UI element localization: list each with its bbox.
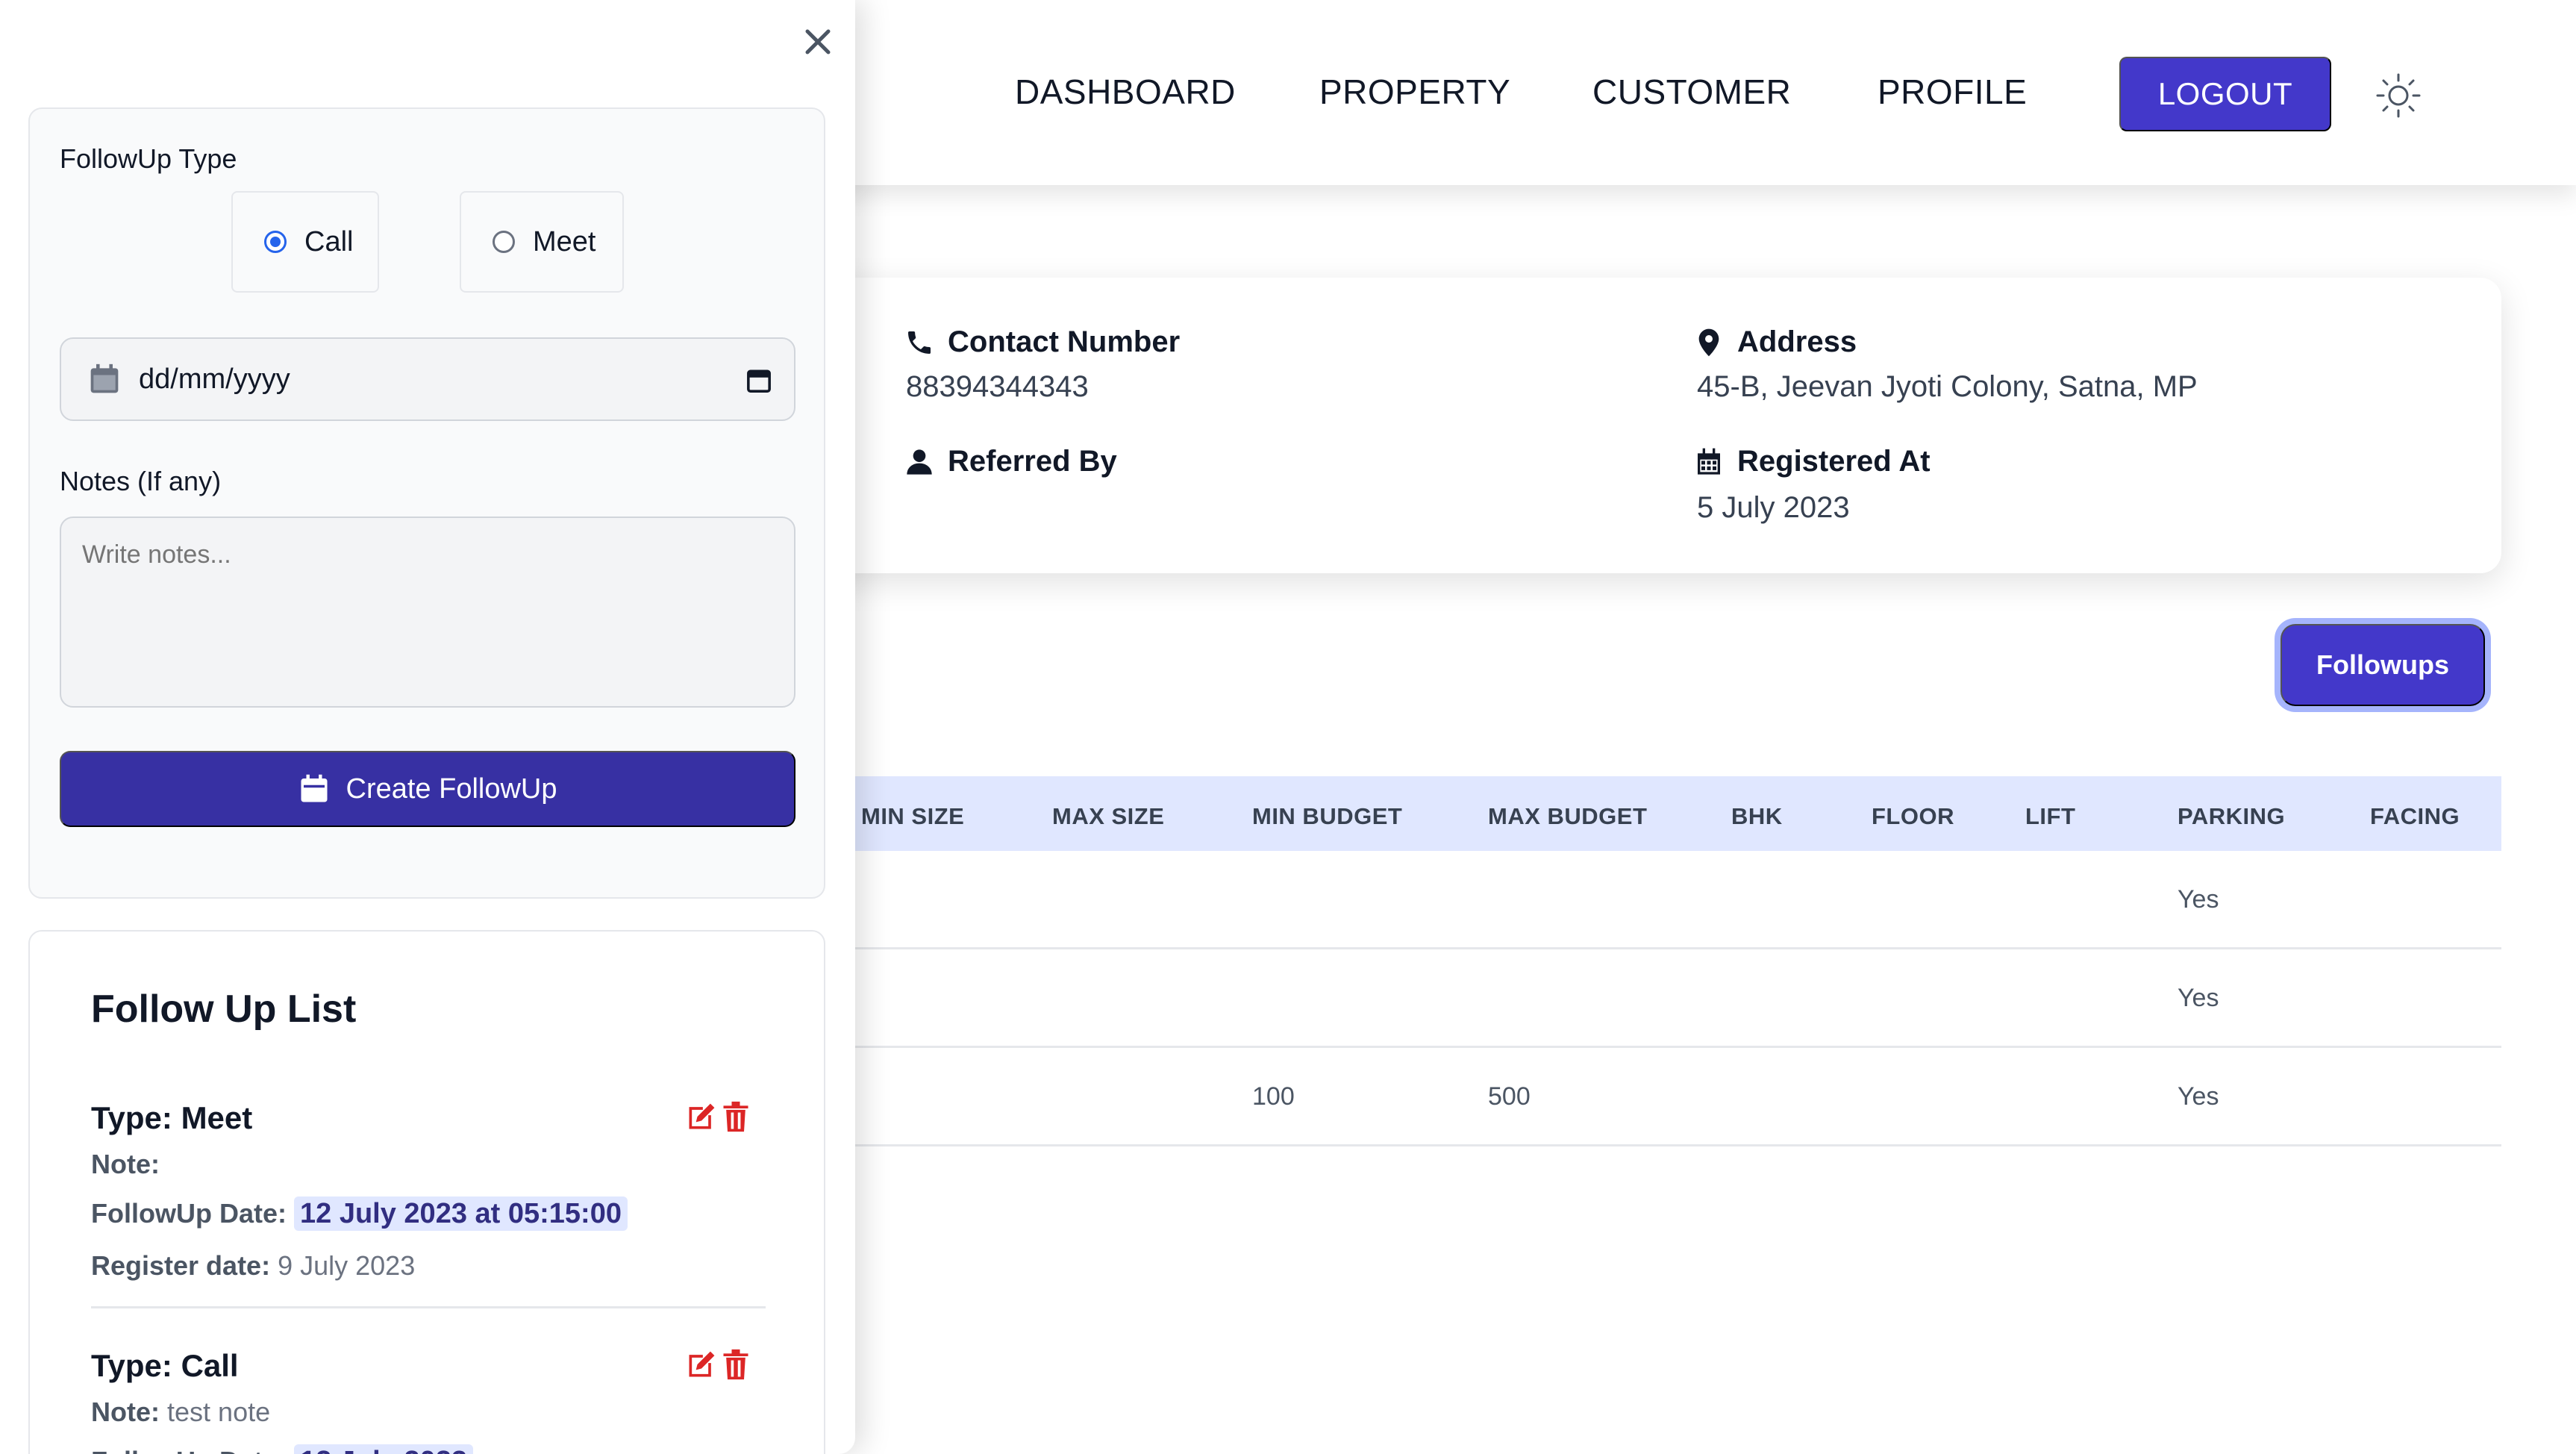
nav-profile[interactable]: PROFILE — [1878, 72, 2027, 112]
address-value: 45-B, Jeevan Jyoti Colony, Satna, MP — [1697, 370, 2198, 403]
table-row: Yes — [806, 851, 2501, 949]
table-row: 100 500 Yes — [806, 1048, 2501, 1146]
followup-date-row: FollowUp Date: 12 July 2023 at 05:15:00 — [91, 1196, 766, 1231]
radio-meet-label: Meet — [533, 225, 596, 258]
create-followup-button[interactable]: Create FollowUp — [60, 751, 795, 827]
date-placeholder: dd/mm/yyyy — [139, 363, 290, 395]
radio-call-label: Call — [304, 225, 354, 258]
followup-date-label: FollowUp Date: — [91, 1446, 287, 1454]
th-max-size: MAX SIZE — [1052, 803, 1165, 829]
location-pin-icon — [1698, 328, 1719, 356]
item-actions — [685, 1100, 752, 1133]
address-label: Address — [1694, 325, 1857, 359]
requirements-table-header: MIN SIZE MAX SIZE MIN BUDGET MAX BUDGET … — [806, 776, 2501, 851]
followup-list-title: Follow Up List — [91, 987, 357, 1031]
followup-type-label: FollowUp Type — [60, 143, 237, 174]
item-divider — [91, 1306, 766, 1308]
referred-label-text: Referred By — [948, 445, 1117, 478]
radio-meet-option[interactable]: Meet — [460, 191, 624, 293]
followup-date-input[interactable]: dd/mm/yyyy — [60, 337, 795, 421]
th-lift: LIFT — [2025, 803, 2076, 829]
trash-icon[interactable] — [719, 1100, 752, 1133]
contact-number-label: Contact Number — [904, 325, 1180, 359]
item-actions — [685, 1348, 752, 1381]
user-icon — [907, 449, 932, 475]
th-facing: FACING — [2370, 803, 2460, 829]
logout-button[interactable]: LOGOUT — [2119, 57, 2331, 131]
calendar-icon — [301, 774, 327, 802]
sun-icon[interactable] — [2375, 72, 2422, 119]
contact-number-value: 88394344343 — [906, 370, 1089, 403]
edit-icon[interactable] — [685, 1348, 718, 1381]
followups-button[interactable]: Followups — [2280, 624, 2485, 706]
phone-icon — [908, 331, 931, 354]
nav-dashboard[interactable]: DASHBOARD — [1015, 72, 1236, 112]
nav-customer[interactable]: CUSTOMER — [1592, 72, 1791, 112]
table-row: Yes — [806, 949, 2501, 1048]
followup-type: Type: Call — [91, 1348, 239, 1383]
calendar-icon — [90, 364, 119, 393]
radio-meet[interactable] — [493, 231, 515, 253]
followup-note: Note: test note — [91, 1396, 766, 1429]
list-item: Type: Call Note: test note FollowUp Date… — [91, 1348, 766, 1454]
followup-date-row: FollowUp Date: 12 July 2023 — [91, 1444, 766, 1454]
register-date-value: 9 July 2023 — [278, 1250, 416, 1281]
referred-by-label: Referred By — [904, 445, 1117, 478]
followup-form: FollowUp Type Call Meet dd/mm/yyyy Notes… — [28, 107, 825, 899]
th-bhk: BHK — [1731, 803, 1783, 829]
cell-parking: Yes — [2178, 1082, 2219, 1111]
notes-label: Notes (If any) — [60, 466, 222, 496]
registered-value: 5 July 2023 — [1697, 491, 1850, 524]
register-date-label: Register date: — [91, 1250, 271, 1281]
radio-call[interactable] — [264, 231, 287, 253]
contact-label-text: Contact Number — [948, 325, 1181, 358]
cell-parking: Yes — [2178, 885, 2219, 914]
th-floor: FLOOR — [1872, 803, 1954, 829]
th-parking: PARKING — [2178, 803, 2286, 829]
notes-textarea[interactable] — [60, 517, 795, 708]
note-label: Note: — [91, 1149, 160, 1179]
trash-icon[interactable] — [719, 1348, 752, 1381]
cell-min-budget: 100 — [1252, 1082, 1295, 1111]
cell-max-budget: 500 — [1488, 1082, 1531, 1111]
th-min-budget: MIN BUDGET — [1252, 803, 1403, 829]
create-followup-label: Create FollowUp — [346, 773, 557, 805]
followup-drawer: FollowUp Type Call Meet dd/mm/yyyy Notes… — [0, 0, 855, 1454]
note-value: test note — [167, 1397, 271, 1427]
followup-note: Note: — [91, 1148, 766, 1181]
calendar-icon — [1698, 448, 1720, 475]
registered-at-label: Registered At — [1694, 445, 1931, 478]
followup-list-card: Follow Up List Type: Meet Note: FollowUp… — [28, 930, 825, 1454]
radio-call-option[interactable]: Call — [231, 191, 379, 293]
list-item: Type: Meet Note: FollowUp Date: 12 July … — [91, 1100, 766, 1282]
address-label-text: Address — [1737, 325, 1857, 358]
customer-info-card: Contact Number 88394344343 Referred By A… — [806, 278, 2501, 573]
registered-label-text: Registered At — [1737, 445, 1931, 478]
followup-date-label: FollowUp Date: — [91, 1198, 287, 1229]
edit-icon[interactable] — [685, 1100, 718, 1133]
th-min-size: MIN SIZE — [861, 803, 965, 829]
followup-date-value: 12 July 2023 at 05:15:00 — [294, 1196, 628, 1231]
register-date-row: Register date: 9 July 2023 — [91, 1249, 766, 1282]
th-max-budget: MAX BUDGET — [1488, 803, 1648, 829]
followup-type: Type: Meet — [91, 1100, 253, 1135]
nav-property[interactable]: PROPERTY — [1319, 72, 1510, 112]
close-icon[interactable] — [798, 22, 837, 61]
note-label: Note: — [91, 1397, 160, 1427]
date-picker-icon[interactable] — [746, 367, 772, 394]
followup-date-value: 12 July 2023 — [294, 1444, 473, 1454]
cell-parking: Yes — [2178, 984, 2219, 1012]
